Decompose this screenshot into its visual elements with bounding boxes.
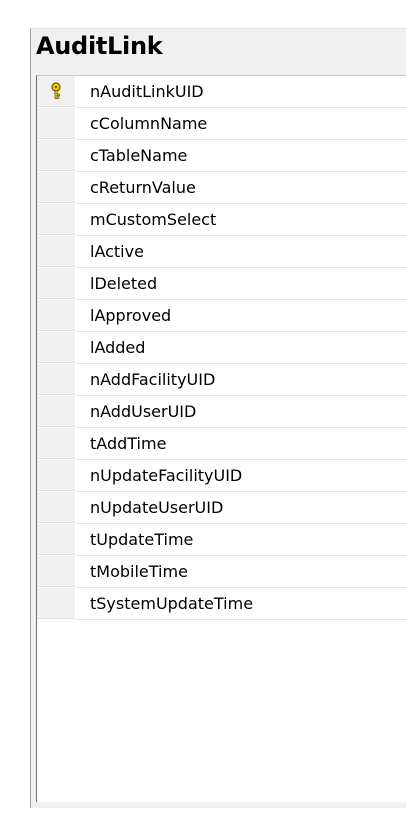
row-selector[interactable] [37,172,76,203]
key-icon [51,82,61,99]
row-selector[interactable] [37,332,76,363]
column-name: nAddUserUID [90,402,197,421]
row-selector[interactable] [37,300,76,331]
table-designer-box[interactable]: AuditLink nAuditLinkUID cColumnName cTab… [30,28,406,808]
column-name: nAddFacilityUID [90,370,216,389]
row-selector[interactable] [37,364,76,395]
column-name: tAddTime [90,434,167,453]
column-row[interactable]: tSystemUpdateTime [37,588,406,620]
column-row[interactable]: tAddTime [37,428,406,460]
column-row[interactable]: cColumnName [37,108,406,140]
row-selector[interactable] [37,76,76,107]
column-name: cTableName [90,146,188,165]
row-selector[interactable] [37,556,76,587]
column-name: tMobileTime [90,562,188,581]
column-row[interactable]: lAdded [37,332,406,364]
column-row[interactable]: cReturnValue [37,172,406,204]
column-row[interactable]: nUpdateUserUID [37,492,406,524]
column-row[interactable]: nAuditLinkUID [37,76,406,108]
column-row[interactable]: nAddFacilityUID [37,364,406,396]
row-selector[interactable] [37,396,76,427]
row-selector[interactable] [37,268,76,299]
column-name: cColumnName [90,114,208,133]
column-name: lDeleted [90,274,158,293]
column-name: tUpdateTime [90,530,194,549]
column-row[interactable]: nUpdateFacilityUID [37,460,406,492]
column-row[interactable]: mCustomSelect [37,204,406,236]
table-title: AuditLink [36,32,163,60]
row-selector[interactable] [37,108,76,139]
row-selector[interactable] [37,492,76,523]
column-name: mCustomSelect [90,210,217,229]
column-name: lAdded [90,338,146,357]
column-name: lActive [90,242,144,261]
row-divider [76,619,406,620]
column-row[interactable]: cTableName [37,140,406,172]
column-row[interactable]: nAddUserUID [37,396,406,428]
column-name: nAuditLinkUID [90,82,204,101]
row-selector[interactable] [37,140,76,171]
column-name: cReturnValue [90,178,196,197]
column-row[interactable]: tMobileTime [37,556,406,588]
column-name: lApproved [90,306,172,325]
column-name: tSystemUpdateTime [90,594,254,613]
column-name: nUpdateFacilityUID [90,466,243,485]
column-row[interactable]: lDeleted [37,268,406,300]
column-name: nUpdateUserUID [90,498,224,517]
row-selector[interactable] [37,204,76,235]
column-row[interactable]: lApproved [37,300,406,332]
column-row[interactable]: tUpdateTime [37,524,406,556]
column-grid: nAuditLinkUID cColumnName cTableName cRe… [36,75,406,802]
column-row[interactable]: lActive [37,236,406,268]
row-selector[interactable] [37,524,76,555]
row-selector[interactable] [37,588,76,619]
row-selector[interactable] [37,428,76,459]
row-selector[interactable] [37,460,76,491]
row-selector[interactable] [37,236,76,267]
